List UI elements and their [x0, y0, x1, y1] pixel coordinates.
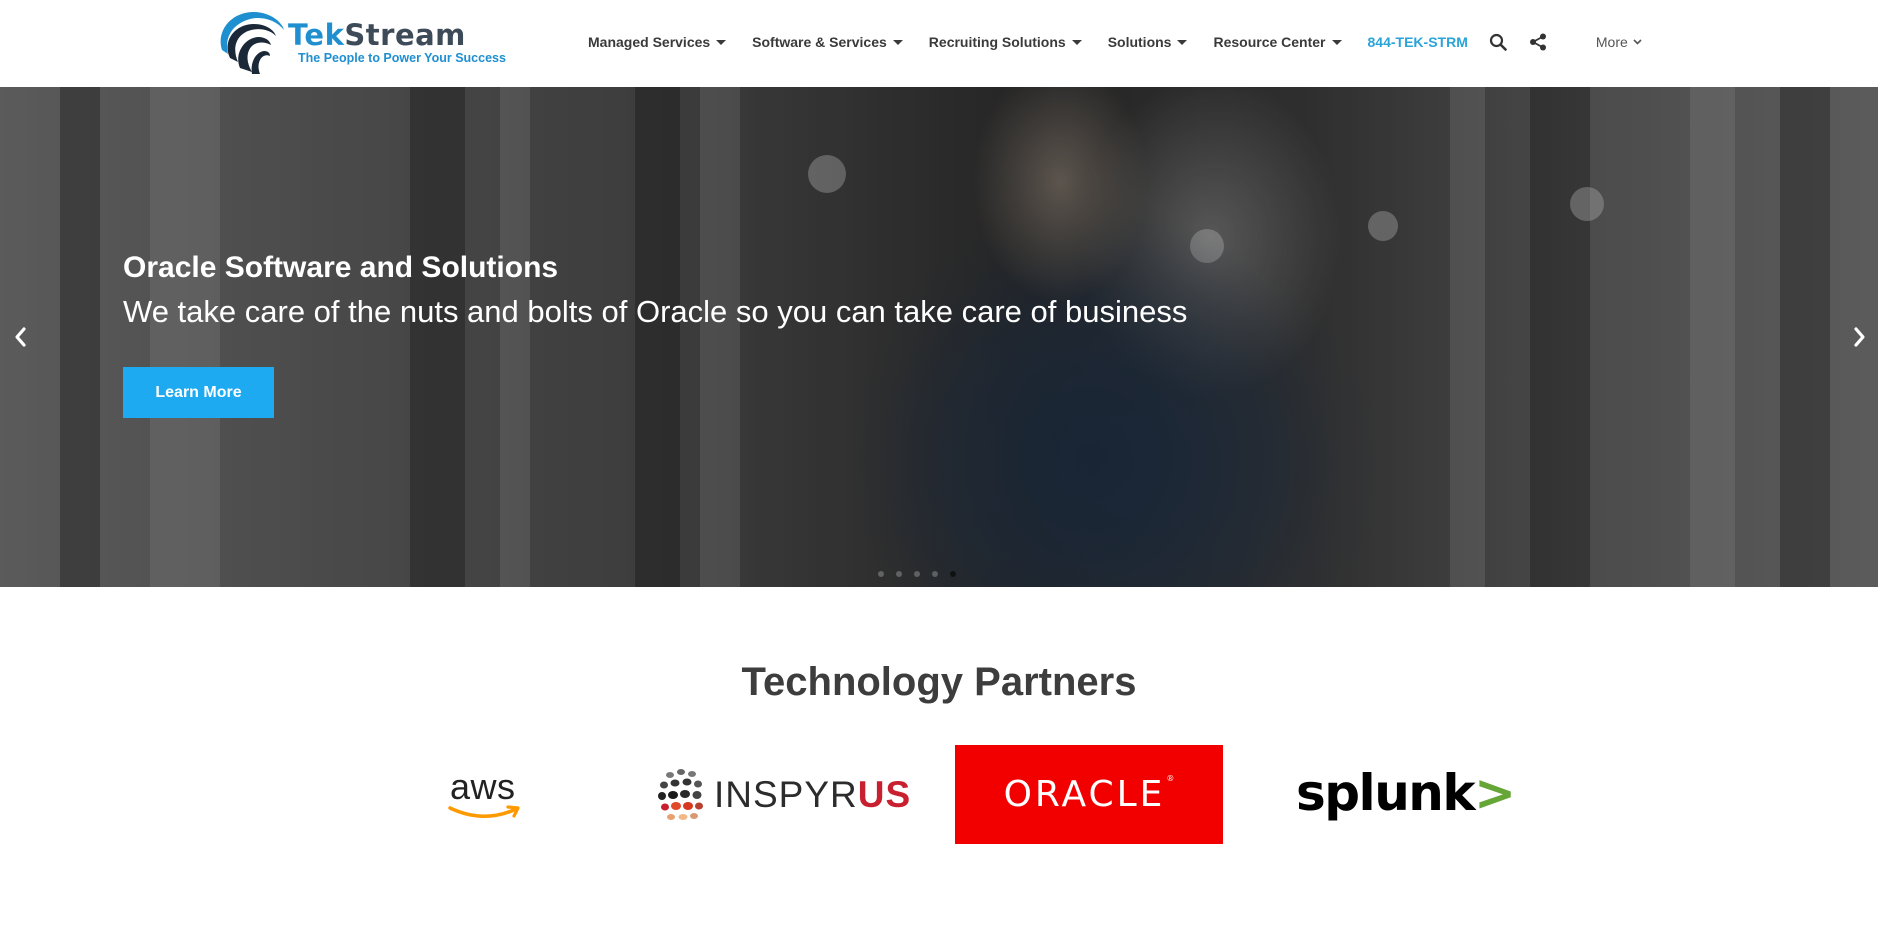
nav-label: Solutions	[1107, 34, 1172, 50]
phone-link[interactable]: 844-TEK-STRM	[1368, 34, 1468, 50]
slider-dot[interactable]	[914, 571, 920, 577]
inspyrus-wordmark: INSPYRUS	[714, 774, 912, 815]
share-icon[interactable]	[1528, 32, 1548, 52]
hero-overlay	[0, 87, 1878, 587]
nav-label: Managed Services	[588, 34, 711, 50]
inspyrus-globe-icon	[658, 769, 703, 820]
search-icon[interactable]	[1488, 32, 1508, 52]
hero-slider: Oracle Software and Solutions We take ca…	[0, 87, 1878, 587]
tekstream-swirl-icon	[220, 12, 284, 74]
aws-logo[interactable]: aws	[448, 766, 528, 826]
oracle-wordmark: ORACLE®	[1003, 774, 1175, 815]
caret-down-icon	[1071, 39, 1082, 45]
nav-label: Resource Center	[1213, 34, 1326, 50]
nav-item-managed-services[interactable]: Managed Services	[588, 34, 727, 50]
caret-down-icon	[716, 39, 727, 45]
caret-down-icon	[892, 39, 903, 45]
more-label: More	[1595, 34, 1628, 50]
nav-item-software-services[interactable]: Software & Services	[752, 34, 903, 50]
nav-item-solutions[interactable]: Solutions	[1108, 34, 1188, 50]
oracle-logo[interactable]: ORACLE®	[955, 745, 1223, 844]
caret-down-icon	[1177, 39, 1188, 45]
caret-down-icon	[1331, 39, 1342, 45]
tekstream-logo[interactable]: TekStream The People to Power Your Succe…	[212, 6, 512, 78]
chevron-down-icon	[1633, 39, 1642, 45]
site-header: TekStream The People to Power Your Succe…	[0, 0, 1878, 87]
nav-label: Software & Services	[752, 34, 887, 50]
hero-subtitle: We take care of the nuts and bolts of Or…	[123, 294, 1188, 329]
learn-more-button[interactable]: Learn More	[123, 367, 274, 418]
slider-dot[interactable]	[896, 571, 902, 577]
inspyrus-logo[interactable]: INSPYRUS	[656, 762, 918, 830]
nav-item-recruiting-solutions[interactable]: Recruiting Solutions	[929, 34, 1082, 50]
nav-label: Recruiting Solutions	[928, 34, 1066, 50]
hero-title: Oracle Software and Solutions	[123, 251, 559, 284]
aws-wordmark: aws	[450, 766, 516, 807]
more-menu[interactable]: More	[1596, 34, 1642, 50]
main-nav: Managed Services Software & Services Rec…	[588, 0, 1642, 84]
slider-dot[interactable]	[932, 571, 938, 577]
partners-title: Technology Partners	[741, 660, 1137, 704]
slider-dot-active[interactable]	[950, 571, 956, 577]
splunk-logo[interactable]: splunk>	[1296, 764, 1516, 830]
slider-dots	[878, 571, 968, 577]
chevron-left-icon[interactable]	[8, 324, 32, 350]
chevron-right-icon[interactable]	[1848, 324, 1872, 350]
aws-smile-icon	[448, 805, 520, 818]
slider-dot[interactable]	[878, 571, 884, 577]
logo-tagline: The People to Power Your Success	[298, 51, 506, 65]
logo-wordmark: TekStream	[288, 18, 466, 52]
nav-item-resource-center[interactable]: Resource Center	[1213, 34, 1342, 50]
splunk-wordmark: splunk>	[1296, 764, 1516, 822]
